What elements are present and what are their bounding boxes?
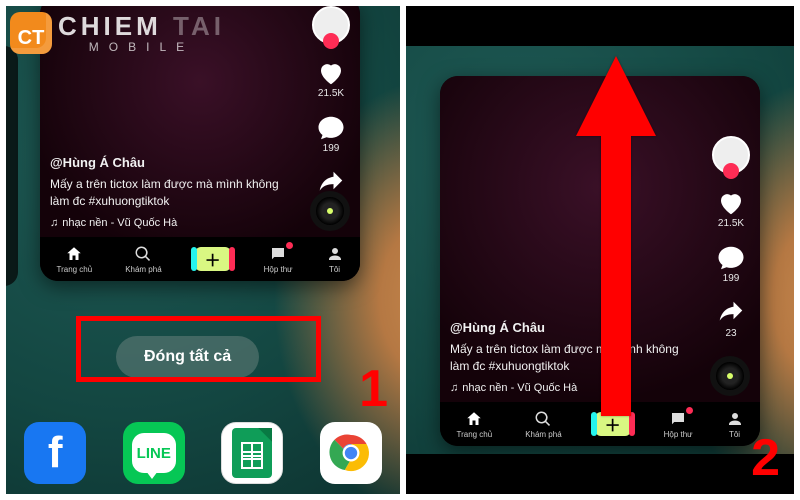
comment-icon [316,113,346,143]
statusbar-blackout [406,6,794,46]
nav-home-label: Trang chủ [56,265,92,274]
tiktok-caption-block: @Hùng Á Châu Mấy a trên tictox làm được … [450,319,700,396]
like-count: 21.5K [716,218,746,229]
search-icon [534,410,552,428]
app-icon-facebook[interactable]: f [24,422,86,484]
like-button[interactable]: 21.5K [716,188,746,229]
nav-inbox[interactable]: Hộp thư [264,245,293,274]
plus-icon: ＋ [205,247,221,271]
app-icon-chrome[interactable] [320,422,382,484]
tiktok-author-avatar[interactable] [312,6,350,44]
plus-icon: ＋ [605,412,621,436]
nav-home-label: Trang chủ [456,430,492,439]
inbox-icon [669,410,687,428]
comment-count: 199 [316,143,346,154]
heart-icon [716,188,746,218]
inbox-icon [269,245,287,263]
tiktok-action-sidebar: 21.5K 199 23 [708,136,754,339]
swipe-up-arrow-annotation [576,56,656,416]
comment-count: 199 [716,273,746,284]
watermark-badge: CT [10,12,52,54]
comment-button[interactable]: 199 [716,243,746,284]
nav-home[interactable]: Trang chủ [456,410,492,439]
notification-dot [286,242,293,249]
tiktok-username[interactable]: @Hùng Á Châu [450,319,700,337]
music-note-icon: ♫ [50,216,58,231]
music-disc-icon[interactable] [710,356,750,396]
search-icon [134,245,152,263]
nav-profile-label: Tôi [729,430,740,439]
line-bubble: LINE [132,433,176,473]
tiktok-caption-text: Mấy a trên tictox làm được mà mình không… [50,176,300,210]
tutorial-step-1-panel: 21.5K 199 23 @Hùng Á Châu [6,6,400,494]
step-number-1: 1 [359,359,388,419]
nav-discover-label: Khám phá [125,265,161,274]
home-icon [465,410,483,428]
nav-profile[interactable]: Tôi [726,410,744,439]
nav-discover-label: Khám phá [525,430,561,439]
profile-icon [326,245,344,263]
share-icon [716,298,746,328]
chrome-icon [324,426,378,480]
tiktok-music-row[interactable]: ♫ nhạc nền - Vũ Quốc Hà [450,381,700,396]
like-count: 21.5K [316,88,346,99]
music-disc-icon[interactable] [310,191,350,231]
nav-create-button[interactable]: ＋ [195,247,231,271]
annotation-highlight-box [76,316,321,382]
tiktok-music-row[interactable]: ♫ nhạc nền - Vũ Quốc Hà [50,216,300,231]
home-icon [65,245,83,263]
tiktok-music-title: nhạc nền - Vũ Quốc Hà [62,216,177,231]
bottombar-blackout [406,454,794,494]
nav-profile-label: Tôi [329,265,340,274]
music-note-icon: ♫ [450,381,458,396]
nav-inbox-label: Hộp thư [264,265,293,274]
profile-icon [726,410,744,428]
watermark-brand-1: CHIEM [58,11,162,41]
share-button[interactable]: 23 [716,298,746,339]
tiktok-action-sidebar: 21.5K 199 23 [308,6,354,209]
tiktok-bottom-nav: Trang chủ Khám phá ＋ Hộp thư Tôi [40,237,360,281]
line-label: LINE [137,445,171,462]
app-icon-google-sheets[interactable] [221,422,283,484]
nav-inbox-label: Hộp thư [664,430,693,439]
comment-icon [716,243,746,273]
tiktok-username[interactable]: @Hùng Á Châu [50,154,300,172]
watermark-subtitle: MOBILE [58,41,225,53]
nav-discover[interactable]: Khám phá [125,245,161,274]
recent-app-card-peek[interactable] [6,46,18,286]
share-count: 23 [716,328,746,339]
watermark-logo: CT CHIEM TAI MOBILE [10,12,225,54]
nav-inbox[interactable]: Hộp thư [664,410,693,439]
step-number-2: 2 [751,428,780,488]
like-button[interactable]: 21.5K [316,58,346,99]
tiktok-author-avatar[interactable] [712,136,750,174]
notification-dot [686,407,693,414]
tiktok-caption-text: Mấy a trên tictox làm được mà mình không… [450,341,700,375]
comment-button[interactable]: 199 [316,113,346,154]
heart-icon [316,58,346,88]
nav-profile[interactable]: Tôi [326,245,344,274]
watermark-brand-2: TAI [173,11,225,41]
home-dock: f LINE [6,418,400,488]
nav-discover[interactable]: Khám phá [525,410,561,439]
nav-home[interactable]: Trang chủ [56,245,92,274]
tiktok-music-title: nhạc nền - Vũ Quốc Hà [462,381,577,396]
tiktok-caption-block: @Hùng Á Châu Mấy a trên tictox làm được … [50,154,300,231]
app-icon-line[interactable]: LINE [123,422,185,484]
tutorial-step-2-panel: 21.5K 199 23 @Hùng Á Châu Mấy a trên tic… [406,6,794,494]
